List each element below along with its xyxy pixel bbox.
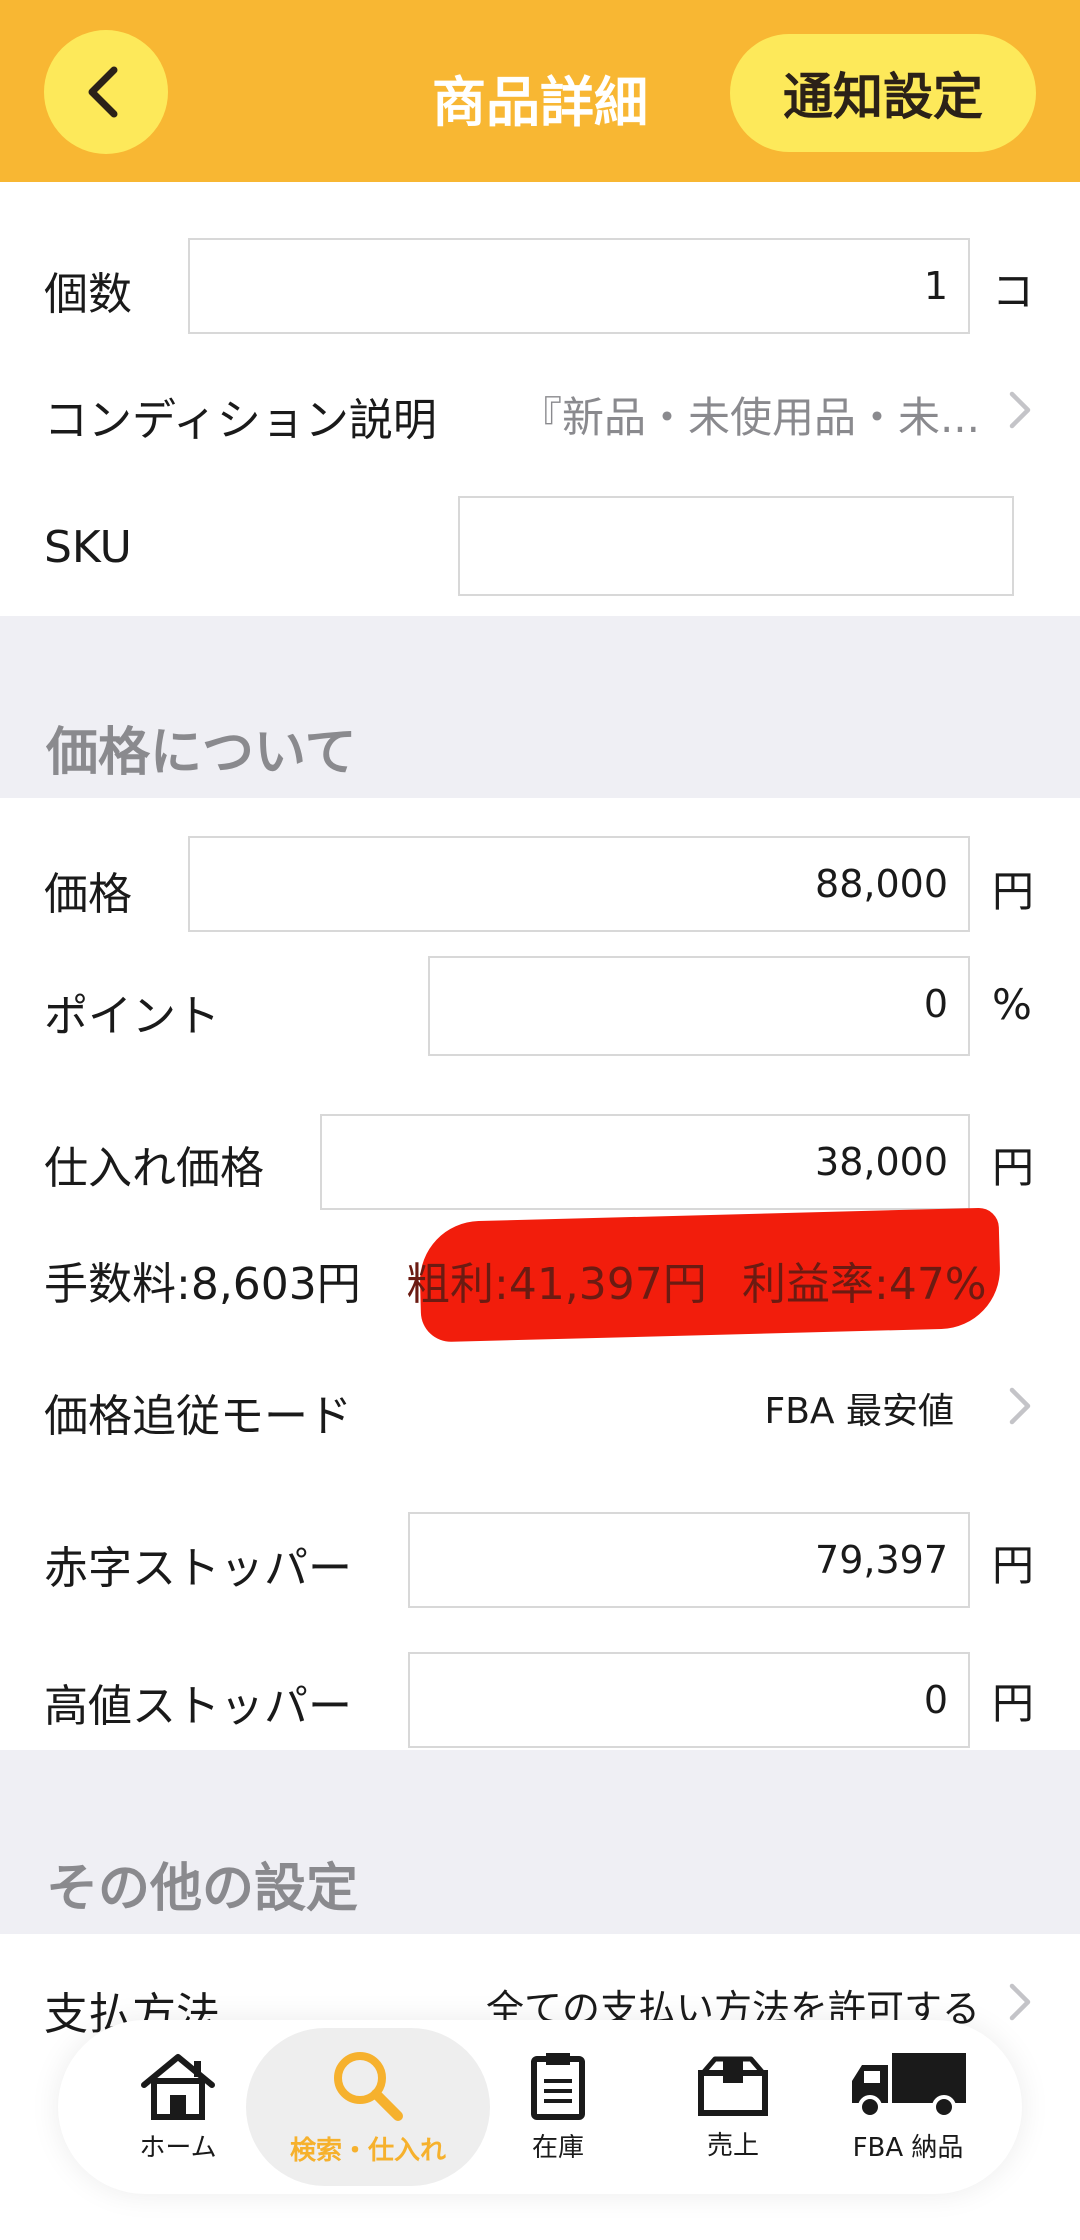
chevron-right-icon (1009, 1387, 1031, 1425)
profit-rate-text: 利益率:47% (742, 1259, 987, 1310)
price-unit: 円 (992, 867, 1035, 916)
sku-input[interactable] (458, 496, 1014, 596)
nav-sales-label: 売上 (706, 2130, 759, 2161)
box-icon (698, 2056, 768, 2116)
loss-stopper-label: 赤字ストッパー (44, 1543, 352, 1594)
notification-settings-button[interactable]: 通知設定 (730, 34, 1036, 152)
other-section-title: その他の設定 (46, 1859, 359, 1919)
nav-inventory[interactable]: 在庫 (498, 2020, 618, 2194)
clipboard-icon (531, 2052, 585, 2120)
condition-value: 『新品・未使用品・未... (519, 393, 980, 442)
chevron-right-icon (1009, 391, 1031, 429)
search-icon (334, 2051, 403, 2121)
price-input[interactable]: 88,000 (188, 836, 970, 932)
gross-profit-text: 粗利:41,397円 (406, 1259, 707, 1310)
nav-inventory-label: 在庫 (531, 2132, 584, 2163)
loss-stopper-unit: 円 (992, 1541, 1035, 1590)
purchase-price-input[interactable]: 38,000 (320, 1114, 970, 1210)
point-input[interactable]: 0 (428, 956, 970, 1056)
quantity-label: 個数 (44, 269, 132, 320)
quantity-input[interactable]: 1 (188, 238, 970, 334)
nav-sales[interactable]: 売上 (668, 2020, 798, 2194)
bottom-nav: ホーム 検索・仕入れ 在庫 売上 FBA 納品 (58, 2020, 1022, 2194)
nav-fba[interactable]: FBA 納品 (828, 2020, 988, 2194)
price-label: 価格 (44, 869, 132, 920)
nav-home[interactable]: ホーム (98, 2020, 258, 2194)
purchase-price-label: 仕入れ価格 (44, 1143, 264, 1194)
tracking-mode-row[interactable]: FBA 最安値 (700, 1366, 1040, 1446)
truck-icon (852, 2052, 966, 2119)
fee-text: 手数料:8,603円 (44, 1259, 361, 1310)
nav-search[interactable]: 検索・仕入れ (246, 2028, 490, 2186)
nav-search-label: 検索・仕入れ (289, 2135, 446, 2166)
sku-label: SKU (44, 522, 132, 573)
condition-row[interactable]: 『新品・未使用品・未... (500, 370, 1040, 450)
chevron-right-icon (1009, 1983, 1031, 2021)
app-header: 商品詳細 通知設定 (0, 0, 1080, 182)
quantity-unit: コ (992, 267, 1035, 316)
tracking-mode-label: 価格追従モード (44, 1391, 352, 1442)
point-unit: % (992, 980, 1032, 1029)
high-stopper-unit: 円 (992, 1679, 1035, 1728)
tracking-mode-value: FBA 最安値 (764, 1391, 954, 1432)
price-section-title: 価格について (46, 723, 357, 783)
condition-label: コンディション説明 (44, 395, 437, 446)
loss-stopper-input[interactable]: 79,397 (408, 1512, 970, 1608)
home-icon (141, 2053, 215, 2120)
nav-fba-label: FBA 納品 (852, 2132, 964, 2163)
high-stopper-input[interactable]: 0 (408, 1652, 970, 1748)
point-label: ポイント (44, 991, 220, 1042)
high-stopper-label: 高値ストッパー (44, 1681, 352, 1732)
purchase-price-unit: 円 (992, 1143, 1035, 1192)
nav-home-label: ホーム (139, 2132, 217, 2163)
